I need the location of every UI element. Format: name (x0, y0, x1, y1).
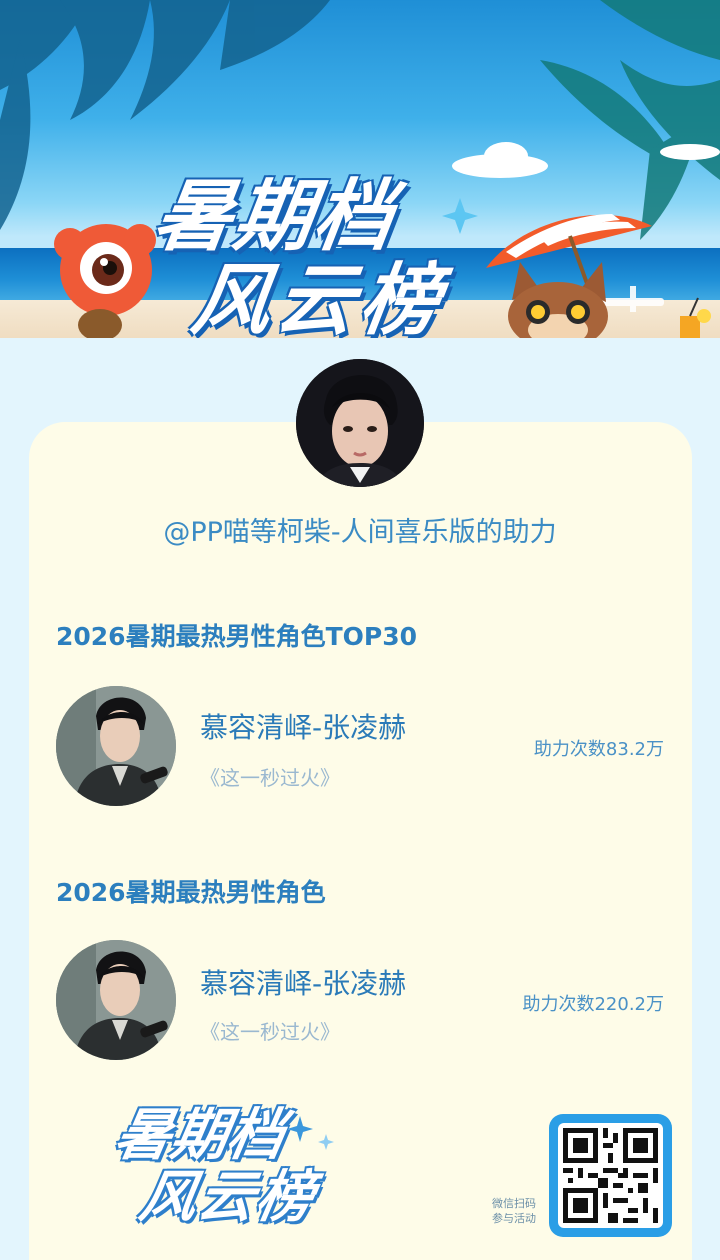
character-name: 慕容清峄-张凌赫 (200, 967, 407, 1000)
work-title: 《这一秒过火》 (200, 766, 340, 790)
section-title-hottest: 2026暑期最热男性角色 (56, 878, 326, 907)
support-count: 助力次数220.2万 (522, 994, 664, 1015)
section-title-top30: 2026暑期最热男性角色TOP30 (56, 622, 417, 651)
qr-code[interactable] (549, 1114, 672, 1237)
supporter-text: @PP喵等柯柴-人间喜乐版的助力 (163, 517, 557, 548)
footer-logo-line2: 风云榜 (134, 1165, 321, 1230)
supporter-avatar (296, 359, 424, 487)
hero-title: 暑期档 风云榜 (136, 172, 520, 338)
hero-title-line1: 暑期档 (148, 172, 401, 262)
scan-hint: 微信扫码 参与活动 (482, 1196, 546, 1226)
qr-code-image (558, 1123, 663, 1228)
footer-logo-line1: 暑期档 (109, 1103, 290, 1168)
character-avatar (56, 940, 176, 1060)
character-name: 慕容清峄-张凌赫 (200, 711, 407, 744)
work-title: 《这一秒过火》 (200, 1020, 340, 1044)
hero-title-line2: 风云榜 (186, 256, 451, 338)
scan-hint-line1: 微信扫码 (492, 1197, 536, 1210)
scan-hint-line2: 参与活动 (492, 1212, 536, 1225)
hero-banner: 暑期档 风云榜 (0, 0, 720, 338)
sparkle-icon (287, 1116, 334, 1150)
support-count: 助力次数83.2万 (533, 739, 664, 760)
character-avatar (56, 686, 176, 806)
